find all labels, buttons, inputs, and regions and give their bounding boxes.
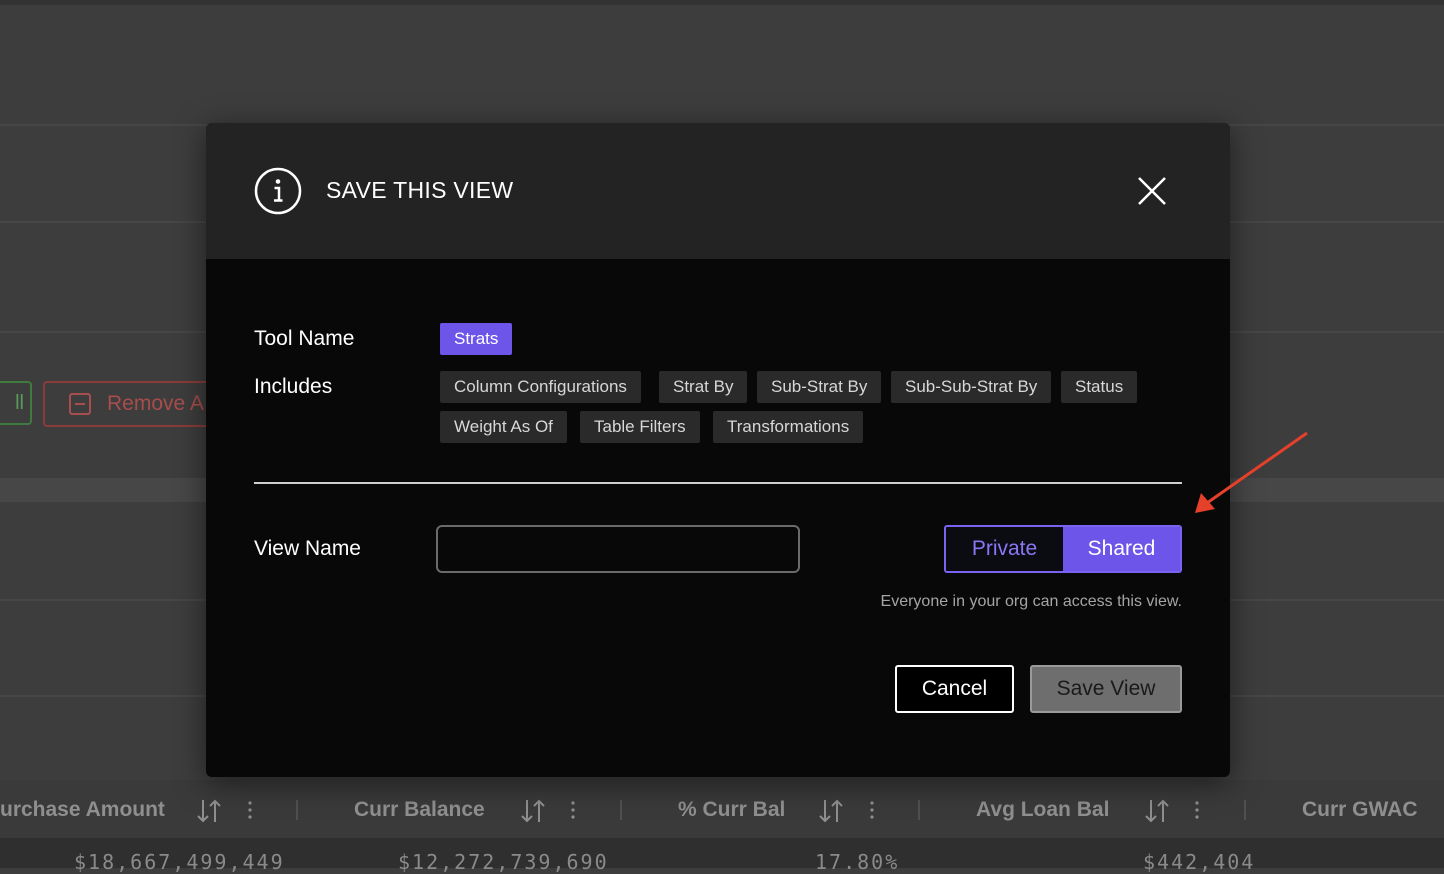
- visibility-toggle: Private Shared: [944, 525, 1182, 573]
- bg-table-row: $18,667,499,449 $12,272,739,690 17.80% $…: [0, 838, 1444, 874]
- include-tag: Sub-Strat By: [757, 371, 882, 403]
- include-tag: Transformations: [713, 411, 864, 443]
- cell-pct-curr-bal: 17.80%: [815, 850, 900, 874]
- bg-top-bar: [0, 0, 1444, 5]
- kebab-menu-icon[interactable]: [570, 800, 576, 820]
- column-header-avg-loan-bal[interactable]: Avg Loan Bal: [976, 780, 1109, 838]
- column-header-pct-curr-bal[interactable]: % Curr Bal: [678, 780, 785, 838]
- tool-name-tag: Strats: [440, 323, 513, 355]
- cell-avg-loan-bal: $442,404: [1143, 850, 1256, 874]
- column-separator: [1244, 800, 1246, 820]
- info-icon: [254, 167, 302, 215]
- view-name-label: View Name: [254, 537, 361, 560]
- include-tag: Table Filters: [580, 411, 700, 443]
- column-header-curr-gwac[interactable]: Curr GWAC: [1302, 780, 1418, 838]
- cancel-button[interactable]: Cancel: [895, 665, 1014, 713]
- minus-square-icon: [69, 393, 91, 415]
- bg-table-header: urchase Amount Curr Balance % Curr Bal A…: [0, 780, 1444, 838]
- shared-option[interactable]: Shared: [1063, 527, 1180, 571]
- include-tag: Sub-Sub-Strat By: [891, 371, 1052, 403]
- column-header-purchase-amount[interactable]: urchase Amount: [0, 780, 165, 838]
- tool-name-label: Tool Name: [254, 327, 355, 350]
- private-option[interactable]: Private: [946, 527, 1063, 571]
- sort-icon[interactable]: [817, 797, 845, 825]
- include-tag: Column Configurations: [440, 371, 641, 403]
- column-separator: [620, 800, 622, 820]
- kebab-menu-icon[interactable]: [1194, 800, 1200, 820]
- kebab-menu-icon[interactable]: [869, 800, 875, 820]
- dialog-header: SAVE THIS VIEW: [206, 123, 1230, 259]
- sort-icon[interactable]: [519, 797, 547, 825]
- save-view-button[interactable]: Save View: [1030, 665, 1182, 713]
- sort-icon[interactable]: [1143, 797, 1171, 825]
- bg-add-button[interactable]: ll: [0, 381, 32, 425]
- dialog-title: SAVE THIS VIEW: [326, 177, 514, 203]
- close-icon[interactable]: [1136, 175, 1168, 207]
- includes-label: Includes: [254, 375, 333, 398]
- annotation-arrow-icon: [1195, 431, 1308, 513]
- include-tag: Strat By: [659, 371, 748, 403]
- bg-remove-button-label: Remove A: [107, 392, 204, 415]
- cell-curr-balance: $12,272,739,690: [398, 850, 609, 874]
- cell-purchase-amount: $18,667,499,449: [74, 850, 285, 874]
- visibility-helper-text: Everyone in your org can access this vie…: [880, 593, 1182, 610]
- column-header-curr-balance[interactable]: Curr Balance: [354, 780, 485, 838]
- include-tag: Status: [1061, 371, 1138, 403]
- column-separator: [918, 800, 920, 820]
- section-divider: [254, 482, 1182, 484]
- include-tag: Weight As Of: [440, 411, 567, 443]
- kebab-menu-icon[interactable]: [247, 800, 253, 820]
- column-separator: [296, 800, 298, 820]
- view-name-input[interactable]: [436, 525, 800, 573]
- sort-icon[interactable]: [195, 797, 223, 825]
- save-view-dialog: SAVE THIS VIEW Tool Name Strats Includes…: [206, 123, 1230, 777]
